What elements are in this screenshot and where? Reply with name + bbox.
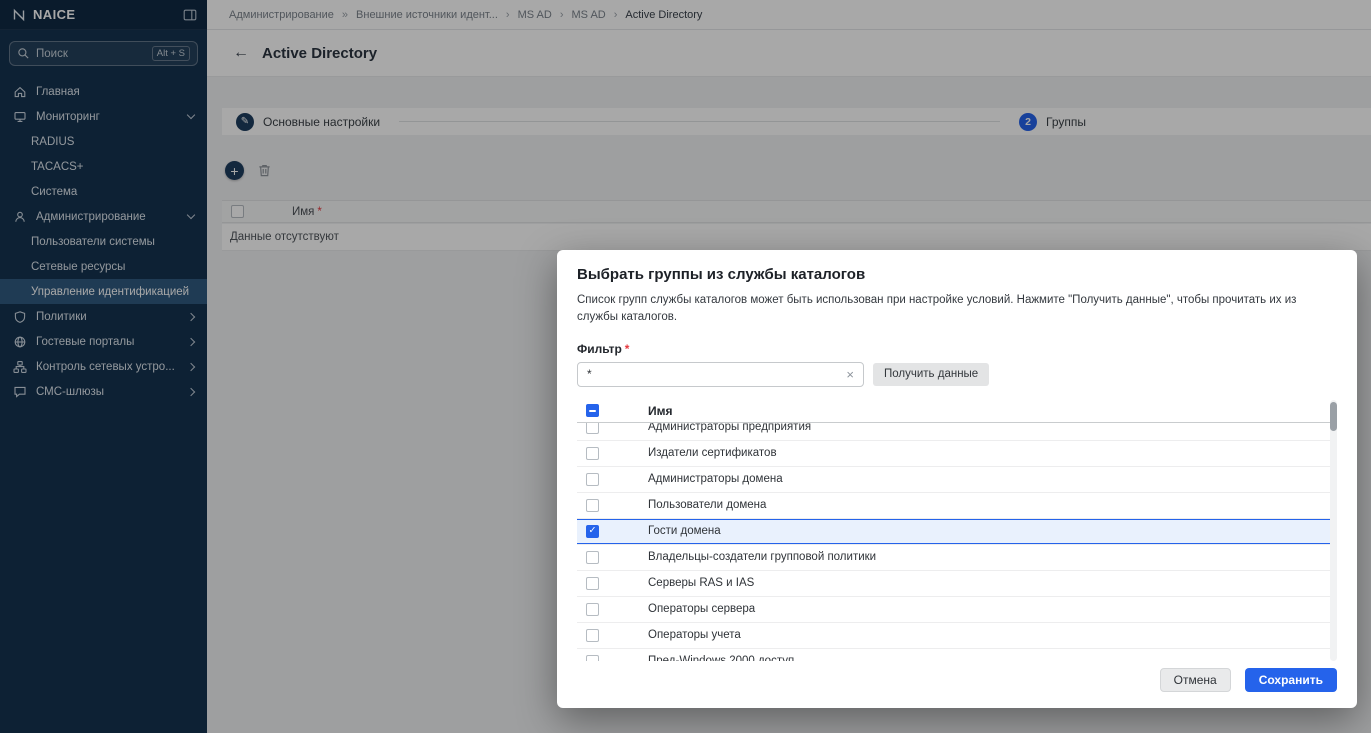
group-row[interactable]: Пользователи домена — [577, 493, 1337, 519]
filter-label: Фильтр* — [577, 342, 1337, 356]
group-name: Администраторы предприятия — [648, 423, 811, 434]
scrollbar-thumb[interactable] — [1330, 402, 1337, 431]
row-checkbox[interactable] — [586, 447, 599, 460]
save-button[interactable]: Сохранить — [1245, 668, 1337, 692]
group-name: Издатели сертификатов — [648, 447, 777, 459]
fetch-data-button[interactable]: Получить данные — [873, 363, 989, 386]
group-name: Владельцы-создатели групповой политики — [648, 551, 876, 563]
filter-input[interactable] — [587, 367, 846, 381]
group-name: Пользователи домена — [648, 499, 766, 511]
row-checkbox[interactable] — [586, 655, 599, 661]
cancel-button[interactable]: Отмена — [1160, 668, 1231, 692]
modal-table-body: Администраторы предприятия Издатели серт… — [577, 423, 1337, 661]
clear-filter-icon[interactable]: × — [846, 368, 854, 381]
row-checkbox[interactable] — [586, 551, 599, 564]
filter-input-wrapper: × — [577, 362, 864, 387]
modal-groups-table: Имя Администраторы предприятия Издатели … — [577, 400, 1337, 661]
filter-row: × Получить данные — [577, 362, 1337, 387]
group-row[interactable]: Гости домена — [577, 519, 1337, 545]
modal-footer: Отмена Сохранить — [1160, 668, 1337, 692]
row-checkbox[interactable] — [586, 629, 599, 642]
app-root: NAICE Поиск Alt + S Главная Мониторинг R… — [0, 0, 1371, 733]
group-name: Операторы учета — [648, 629, 741, 641]
group-row[interactable]: Издатели сертификатов — [577, 441, 1337, 467]
group-name: Администраторы домена — [648, 473, 783, 485]
group-name: Серверы RAS и IAS — [648, 577, 754, 589]
row-checkbox[interactable] — [586, 423, 599, 434]
select-all-checkbox[interactable] — [586, 404, 599, 417]
modal-description: Список групп службы каталогов может быть… — [577, 292, 1334, 327]
group-name: Пред-Windows 2000 доступ — [648, 655, 794, 661]
group-name: Гости домена — [648, 525, 721, 537]
group-row[interactable]: Операторы сервера — [577, 597, 1337, 623]
group-row[interactable]: Операторы учета — [577, 623, 1337, 649]
select-groups-modal: Выбрать группы из службы каталогов Списо… — [557, 250, 1357, 708]
row-checkbox[interactable] — [586, 577, 599, 590]
group-row[interactable]: Администраторы домена — [577, 467, 1337, 493]
group-row[interactable]: Администраторы предприятия — [577, 423, 1337, 441]
row-checkbox[interactable] — [586, 473, 599, 486]
required-mark: * — [625, 342, 630, 356]
scrollbar-track[interactable] — [1330, 400, 1337, 661]
row-checkbox[interactable] — [586, 603, 599, 616]
modal-title: Выбрать группы из службы каталогов — [577, 266, 1337, 283]
group-row[interactable]: Владельцы-создатели групповой политики — [577, 545, 1337, 571]
group-name: Операторы сервера — [648, 603, 755, 615]
row-checkbox[interactable] — [586, 499, 599, 512]
group-row[interactable]: Серверы RAS и IAS — [577, 571, 1337, 597]
modal-table-header: Имя — [577, 400, 1337, 423]
name-column-header: Имя — [648, 404, 673, 418]
row-checkbox[interactable] — [586, 525, 599, 538]
group-row[interactable]: Пред-Windows 2000 доступ — [577, 649, 1337, 661]
